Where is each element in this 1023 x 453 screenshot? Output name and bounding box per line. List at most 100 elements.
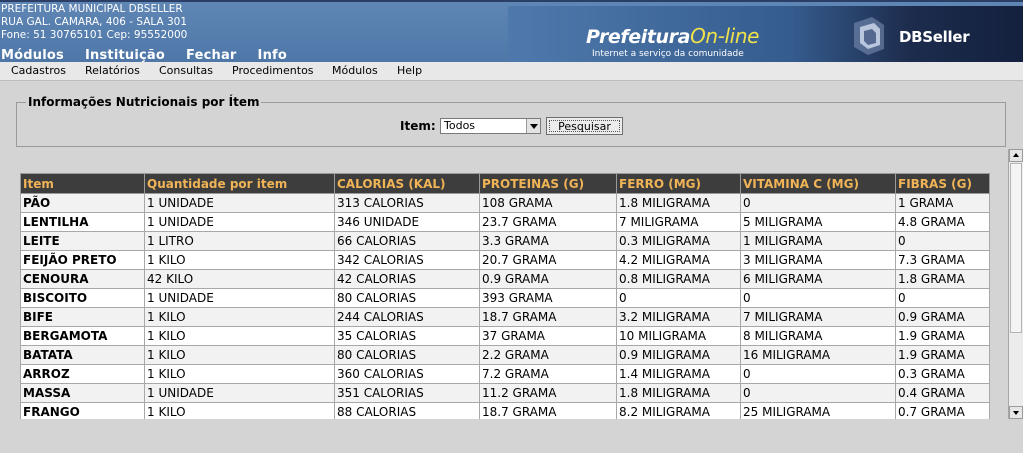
nutrition-table: Item Quantidade por item CALORIAS (KAL) … (20, 173, 990, 419)
table-row[interactable]: LENTILHA 1 UNIDADE 346 UNIDADE 23.7 GRAMA 7 … (20, 212, 990, 232)
table-cell: 0.3 MILIGRAMA (616, 231, 741, 251)
table-row[interactable]: FEIJÃO PRETO 1 KILO 342 CALORIAS 20.7 GRAMA… (20, 250, 990, 270)
table-cell: 1 KILO (144, 364, 335, 384)
table-cell: 0 (740, 288, 896, 308)
table-cell: 0.3 GRAMA (895, 364, 990, 384)
table-row[interactable]: MASSA 1 UNIDADE 351 CALORIAS 11.2 GRAMA 1.8 … (20, 383, 990, 403)
table-cell: 11.2 GRAMA (479, 383, 617, 403)
table-row[interactable]: LEITE 1 LITRO 66 CALORIAS 3.3 GRAMA 0.3 MILI… (20, 231, 990, 251)
scroll-down-icon[interactable] (1009, 406, 1023, 419)
table-header-row: Item Quantidade por item CALORIAS (KAL) … (20, 173, 990, 194)
table-cell: PÃO (20, 193, 145, 213)
table-cell: FRANGO (20, 402, 145, 419)
col-header-fibras[interactable]: FIBRAS (G) (895, 173, 990, 194)
table-cell: 1.4 MILIGRAMA (616, 364, 741, 384)
vertical-scrollbar[interactable] (1008, 149, 1023, 419)
menu-help[interactable]: Help (397, 64, 422, 77)
table-cell: 1 UNIDADE (144, 212, 335, 232)
table-row[interactable]: CENOURA 42 KILO 42 CALORIAS 0.9 GRAMA 0.8 MI… (20, 269, 990, 289)
table-cell: 1.8 GRAMA (895, 269, 990, 289)
table-row[interactable]: BERGAMOTA 1 KILO 35 CALORIAS 37 GRAMA 10 MIL… (20, 326, 990, 346)
table-cell: 1 KILO (144, 326, 335, 346)
table-cell: LEITE (20, 231, 145, 251)
table-cell: 1.9 GRAMA (895, 326, 990, 346)
top-menu-instituicao[interactable]: Instituição (85, 48, 165, 63)
menu-consultas[interactable]: Consultas (159, 64, 213, 77)
menu-modulos[interactable]: Módulos (332, 64, 378, 77)
col-header-ferro[interactable]: FERRO (MG) (616, 173, 741, 194)
table-cell: 18.7 GRAMA (479, 307, 617, 327)
table-cell: BATATA (20, 345, 145, 365)
menu-relatorios[interactable]: Relatórios (85, 64, 140, 77)
table-cell: 18.7 GRAMA (479, 402, 617, 419)
table-cell: 360 CALORIAS (334, 364, 480, 384)
col-header-calorias[interactable]: CALORIAS (KAL) (334, 173, 480, 194)
table-row[interactable]: BATATA 1 KILO 80 CALORIAS 2.2 GRAMA 0.9 MILI… (20, 345, 990, 365)
org-info: PREFEITURA MUNICIPAL DBSELLER RUA GAL. C… (1, 3, 187, 42)
table-cell: 3 MILIGRAMA (740, 250, 896, 270)
table-cell: 0 (616, 288, 741, 308)
table-cell: 7.3 GRAMA (895, 250, 990, 270)
col-header-vitamina-c[interactable]: VITAMINA C (MG) (740, 173, 896, 194)
table-row[interactable]: BISCOITO 1 UNIDADE 80 CALORIAS 393 GRAMA 0 0 0 (20, 288, 990, 308)
menu-procedimentos[interactable]: Procedimentos (232, 64, 314, 77)
table-cell: 1 UNIDADE (144, 288, 335, 308)
col-header-proteinas[interactable]: PROTEINAS (G) (479, 173, 617, 194)
table-cell: FEIJÃO PRETO (20, 250, 145, 270)
scroll-up-icon[interactable] (1009, 149, 1023, 162)
table-cell: 1 UNIDADE (144, 193, 335, 213)
table-cell: MASSA (20, 383, 145, 403)
table-cell: 80 CALORIAS (334, 288, 480, 308)
table-cell: 244 CALORIAS (334, 307, 480, 327)
table-cell: 80 CALORIAS (334, 345, 480, 365)
top-menu-info[interactable]: Info (258, 48, 287, 63)
table-row[interactable]: FRANGO 1 KILO 88 CALORIAS 18.7 GRAMA 8.2 MIL… (20, 402, 990, 419)
table-row[interactable]: PÃO 1 UNIDADE 313 CALORIAS 108 GRAMA 1.8 MIL… (20, 193, 990, 213)
table-cell: 313 CALORIAS (334, 193, 480, 213)
table-cell: 1.8 MILIGRAMA (616, 193, 741, 213)
grid-area: Item Quantidade por item CALORIAS (KAL) … (0, 149, 1008, 419)
top-menu-fechar[interactable]: Fechar (186, 48, 237, 63)
table-cell: 1 KILO (144, 345, 335, 365)
table-cell: 5 MILIGRAMA (740, 212, 896, 232)
item-select-value: Todos (444, 119, 476, 132)
table-cell: 37 GRAMA (479, 326, 617, 346)
table-cell: 1.9 GRAMA (895, 345, 990, 365)
chevron-down-icon[interactable] (526, 119, 540, 133)
menu-cadastros[interactable]: Cadastros (11, 64, 66, 77)
table-cell: 35 CALORIAS (334, 326, 480, 346)
table-cell: 3.2 MILIGRAMA (616, 307, 741, 327)
col-header-item[interactable]: Item (20, 173, 145, 194)
table-cell: 0 (895, 288, 990, 308)
scroll-thumb[interactable] (1010, 163, 1022, 333)
table-cell: 0 (740, 383, 896, 403)
table-cell: 0 (895, 231, 990, 251)
prefeitura-online-logo: PrefeituraOn-line (586, 24, 759, 48)
table-cell: 1 GRAMA (895, 193, 990, 213)
top-menu-modulos[interactable]: Módulos (1, 48, 64, 63)
table-cell: 7.2 GRAMA (479, 364, 617, 384)
table-cell: 1 LITRO (144, 231, 335, 251)
table-cell: 342 CALORIAS (334, 250, 480, 270)
table-cell: CENOURA (20, 269, 145, 289)
table-cell: 8 MILIGRAMA (740, 326, 896, 346)
table-cell: 1 UNIDADE (144, 383, 335, 403)
table-cell: LENTILHA (20, 212, 145, 232)
table-cell: 8.2 MILIGRAMA (616, 402, 741, 419)
table-cell: 0 (740, 193, 896, 213)
table-cell: BISCOITO (20, 288, 145, 308)
table-cell: 4.2 MILIGRAMA (616, 250, 741, 270)
item-select[interactable]: Todos (440, 118, 541, 134)
table-cell: 0.9 GRAMA (895, 307, 990, 327)
logo-main-text: Prefeitura (586, 26, 691, 48)
table-cell: 25 MILIGRAMA (740, 402, 896, 419)
org-name: PREFEITURA MUNICIPAL DBSELLER (1, 3, 183, 15)
table-cell: 1 KILO (144, 307, 335, 327)
dbseller-brand: DBSeller (899, 28, 970, 46)
col-header-quantidade[interactable]: Quantidade por item (144, 173, 335, 194)
table-row[interactable]: BIFE 1 KILO 244 CALORIAS 18.7 GRAMA 3.2 MILI… (20, 307, 990, 327)
table-row[interactable]: ARROZ 1 KILO 360 CALORIAS 7.2 GRAMA 1.4 MILI… (20, 364, 990, 384)
search-button[interactable]: Pesquisar (546, 117, 623, 135)
table-cell: 1 MILIGRAMA (740, 231, 896, 251)
table-cell: 66 CALORIAS (334, 231, 480, 251)
